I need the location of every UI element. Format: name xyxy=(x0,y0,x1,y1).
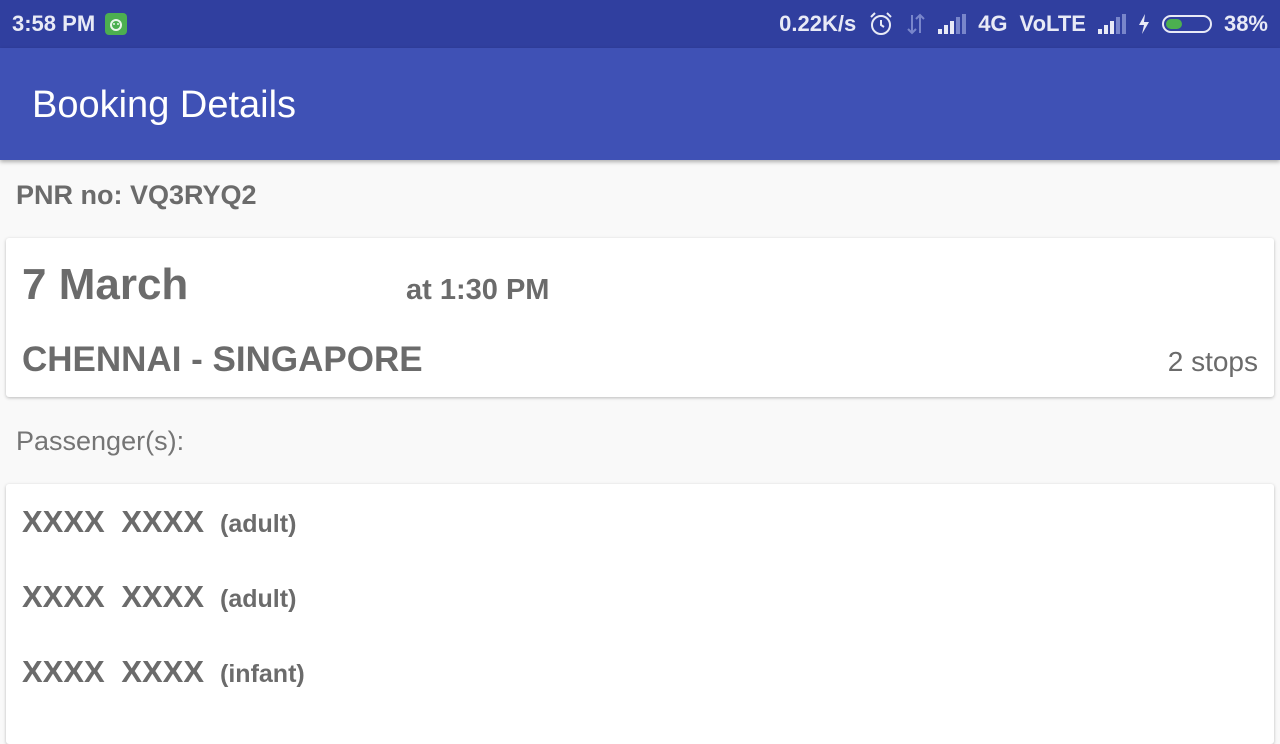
passenger-row: XXXX XXXX (adult) xyxy=(22,579,296,615)
page-title: Booking Details xyxy=(32,84,297,126)
battery-percent: 38% xyxy=(1223,11,1268,36)
network-type: 4G xyxy=(978,11,1008,36)
status-bar: 3:58 PM 0.22K/s 4G VoLTE 38% xyxy=(0,0,1280,48)
app-bar: Booking Details xyxy=(0,48,1280,160)
signal-icon xyxy=(1097,14,1126,34)
status-bar-right: 0.22K/s 4G VoLTE 38% xyxy=(779,0,1268,48)
data-arrows-icon xyxy=(906,13,926,35)
passenger-list-card: XXXX XXXX (adult) XXXX XXXX (adult) XXXX… xyxy=(6,484,1274,744)
flight-route: CHENNAI - SINGAPORE xyxy=(22,340,423,379)
passenger-name: XXXX XXXX xyxy=(22,579,205,614)
flight-card: 7 March at 1:30 PM CHENNAI - SINGAPORE 2… xyxy=(6,238,1274,397)
status-bar-left: 3:58 PM xyxy=(12,0,128,48)
app-notification-icon xyxy=(105,13,128,35)
volte-label: VoLTE xyxy=(1019,11,1086,36)
passenger-name: XXXX XXXX xyxy=(22,654,205,689)
passenger-type: (adult) xyxy=(220,585,297,613)
pnr-number: PNR no: VQ3RYQ2 xyxy=(16,180,257,210)
passenger-row: XXXX XXXX (infant) xyxy=(22,654,305,690)
passenger-row: XXXX XXXX (adult) xyxy=(22,504,296,540)
signal-icon xyxy=(938,14,967,34)
net-speed: 0.22K/s xyxy=(779,11,857,36)
flight-stops: 2 stops xyxy=(1167,346,1258,377)
passenger-name: XXXX XXXX xyxy=(22,504,205,539)
passenger-type: (infant) xyxy=(220,660,305,688)
passenger-type: (adult) xyxy=(220,510,297,538)
flight-time: at 1:30 PM xyxy=(406,274,550,306)
alarm-icon xyxy=(868,11,894,37)
status-time: 3:58 PM xyxy=(12,11,96,36)
charging-icon xyxy=(1138,14,1150,34)
passengers-heading: Passenger(s): xyxy=(16,426,185,456)
battery-icon xyxy=(1161,15,1212,33)
battery-level-fill xyxy=(1165,19,1182,29)
flight-date: 7 March xyxy=(22,260,189,309)
